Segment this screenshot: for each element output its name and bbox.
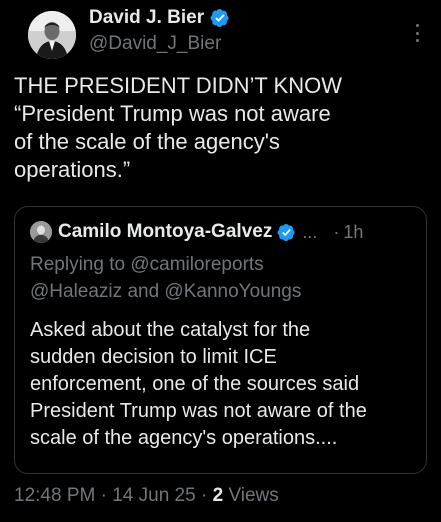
more-options-icon[interactable] (414, 24, 420, 42)
views-label[interactable]: Views (228, 485, 278, 506)
tweet-meta: 12:48 PM · 14 Jun 25 · 2 Views (14, 484, 279, 508)
quoted-line: enforcement, one of the sources said (30, 373, 360, 395)
tweet-header: David J. Bier @David_J_Bier (15, 0, 426, 66)
quoted-line: scale of the agency's operations.... (30, 427, 338, 449)
verified-badge-icon (210, 8, 230, 28)
tweet-line: operations.” (14, 157, 131, 182)
views-count[interactable]: 2 (213, 485, 224, 506)
replying-to: Replying to @camiloreports @Haleaziz and… (30, 251, 301, 305)
quoted-tweet-card[interactable]: Camilo Montoya-Galvez ... · 1h Replying … (14, 206, 427, 474)
tweet-detail: David J. Bier @David_J_Bier THE PRESIDEN… (0, 0, 441, 522)
quoted-verified-badge-icon (277, 223, 296, 242)
meta-separator: · (100, 485, 107, 506)
tweet-text: THE PRESIDENT DIDN’T KNOW “President Tru… (14, 72, 424, 184)
quoted-name-truncation: ... (302, 221, 318, 242)
tweet-line: “President Trump was not aware (14, 101, 331, 126)
mention-link[interactable]: @camiloreports (130, 254, 263, 275)
quoted-line: President Trump was not aware of the (30, 400, 367, 422)
quoted-tweet-header: Camilo Montoya-Galvez ... · 1h (30, 219, 414, 245)
quoted-separator: · (333, 221, 340, 242)
quoted-timestamp[interactable]: 1h (343, 222, 363, 243)
quoted-author-avatar-image (30, 221, 52, 243)
author-avatar[interactable] (28, 11, 76, 59)
mention-link[interactable]: @KannoYoungs (164, 281, 301, 302)
author-avatar-image (28, 11, 76, 59)
tweet-line: THE PRESIDENT DIDN’T KNOW (14, 73, 342, 98)
mention-link[interactable]: @Haleaziz (30, 281, 122, 302)
tweet-date[interactable]: 14 Jun 25 (112, 485, 195, 506)
quoted-author-avatar[interactable] (30, 221, 52, 243)
replying-and: and (127, 281, 160, 302)
quoted-line: Asked about the catalyst for the (30, 319, 311, 341)
meta-separator: · (200, 485, 208, 506)
quoted-line: sudden decision to limit ICE (30, 346, 277, 368)
tweet-line: of the scale of the agency's (14, 129, 280, 154)
author-name[interactable]: David J. Bier (89, 6, 230, 30)
author-name-text: David J. Bier (89, 7, 205, 28)
replying-prefix: Replying to (30, 254, 126, 275)
tweet-time[interactable]: 12:48 PM (14, 485, 95, 506)
quoted-tweet-text: Asked about the catalyst for the sudden … (30, 317, 420, 452)
quoted-author-name[interactable]: Camilo Montoya-Galvez (58, 221, 272, 243)
author-handle[interactable]: @David_J_Bier (89, 32, 221, 56)
